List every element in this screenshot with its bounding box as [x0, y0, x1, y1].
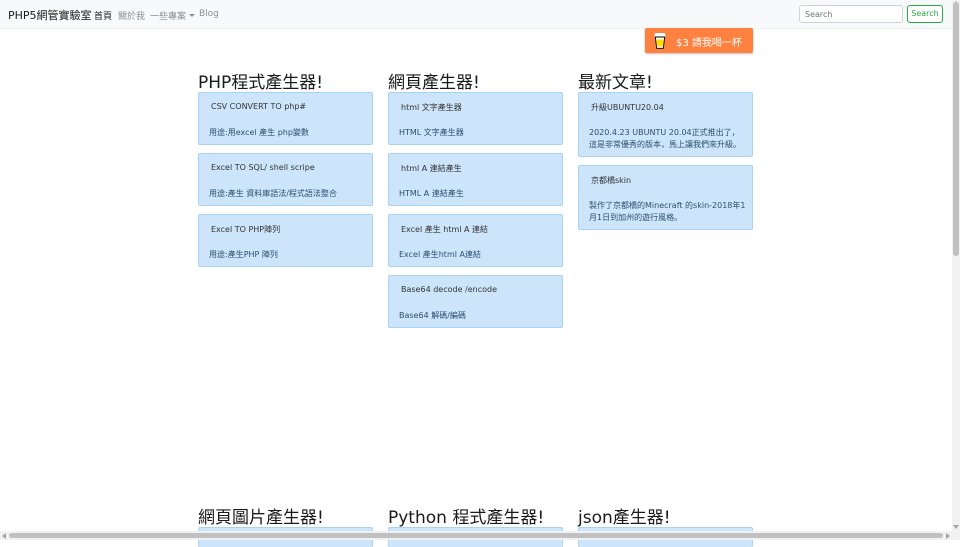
scroll-left-icon[interactable]	[2, 533, 6, 539]
nav-link-about[interactable]: 關於我	[118, 9, 145, 22]
card-excel-to-php-array[interactable]: Excel TO PHP陣列 用途:產生PHP 陣列	[198, 214, 373, 267]
card-description: 用途:用excel 產生 php變數	[209, 128, 309, 137]
card-ubuntu-upgrade[interactable]: 升級UBUNTU20.04 2020.4.23 UBUNTU 20.04正式推出…	[578, 92, 753, 157]
card-description: HTML A 連結產生	[399, 189, 464, 198]
scroll-down-icon[interactable]	[953, 525, 959, 529]
card-title: Excel TO PHP陣列	[211, 225, 281, 234]
dropdown-caret-icon	[189, 14, 196, 17]
card-description: Excel 產生html A連結	[399, 250, 481, 259]
card-base64[interactable]: Base64 decode /encode Base64 解碼/編碼	[388, 275, 563, 328]
card-kyoto-skin[interactable]: 京都橋skin 製作了京都橋的Minecraft 的skin-2018年1月1日…	[578, 165, 753, 230]
section-title-php: PHP程式產生器!	[198, 73, 324, 93]
card-description: HTML 文字產生器	[399, 128, 464, 137]
section-title-image-generator: 網頁圖片產生器!	[198, 508, 324, 528]
section-title-json-generator: json產生器!	[578, 508, 671, 528]
nav-link-home[interactable]: 首頁	[94, 9, 112, 22]
vertical-scroll-thumb[interactable]	[953, 2, 959, 256]
card-description: 製作了京都橋的Minecraft 的skin-2018年1月1日到加州的遊行風格…	[589, 201, 746, 222]
card-title: html A 連結產生	[401, 164, 462, 173]
card-title: Base64 decode /encode	[401, 285, 498, 294]
card-description: Base64 解碼/編碼	[399, 311, 466, 320]
navbar-brand[interactable]: PHP5網管實驗室	[8, 7, 92, 23]
section-title-web: 網頁產生器!	[388, 73, 480, 93]
card-title: CSV CONVERT TO php#	[211, 102, 307, 111]
card-description: 2020.4.23 UBUNTU 20.04正式推出了，這是非常優秀的版本，馬上…	[589, 128, 741, 149]
section-title-python-generator: Python 程式產生器!	[388, 508, 545, 528]
navbar: PHP5網管實驗室 首頁 關於我 一些專案 Blog Search	[0, 0, 952, 29]
card-excel-to-sql[interactable]: Excel TO SQL/ shell scripe 用途:產生 資料庫語法/程…	[198, 153, 373, 206]
buy-coffee-label: $3 請我喝一杯	[676, 38, 742, 49]
section-title-latest: 最新文章!	[578, 73, 653, 93]
scroll-right-icon[interactable]	[946, 533, 950, 539]
nav-link-blog[interactable]: Blog	[199, 9, 219, 19]
card-title: Excel TO SQL/ shell scripe	[211, 163, 315, 172]
nav-dropdown-projects[interactable]: 一些專案	[150, 9, 196, 22]
card-html-text[interactable]: html 文字產生器 HTML 文字產生器	[388, 92, 563, 145]
buy-coffee-button[interactable]: $3 請我喝一杯	[645, 28, 753, 53]
card-title: html 文字產生器	[401, 103, 462, 112]
card-description: 用途:產生PHP 陣列	[209, 250, 278, 259]
card-title: Excel 產生 html A 連結	[401, 225, 489, 234]
card-description: 用途:產生 資料庫語法/程式語法整合	[209, 189, 337, 198]
card-html-link[interactable]: html A 連結產生 HTML A 連結產生	[388, 153, 563, 206]
coffee-cup-icon	[654, 33, 666, 49]
horizontal-scroll-thumb[interactable]	[9, 533, 943, 538]
card-title: 京都橋skin	[591, 176, 632, 185]
card-title: 升級UBUNTU20.04	[591, 103, 664, 112]
search-button[interactable]: Search	[907, 5, 943, 23]
card-excel-html-link[interactable]: Excel 產生 html A 連結 Excel 產生html A連結	[388, 214, 563, 267]
search-input[interactable]	[799, 5, 903, 23]
nav-dropdown-label: 一些專案	[150, 12, 187, 22]
card-csv-convert[interactable]: CSV CONVERT TO php# 用途:用excel 產生 php變數	[198, 92, 373, 145]
